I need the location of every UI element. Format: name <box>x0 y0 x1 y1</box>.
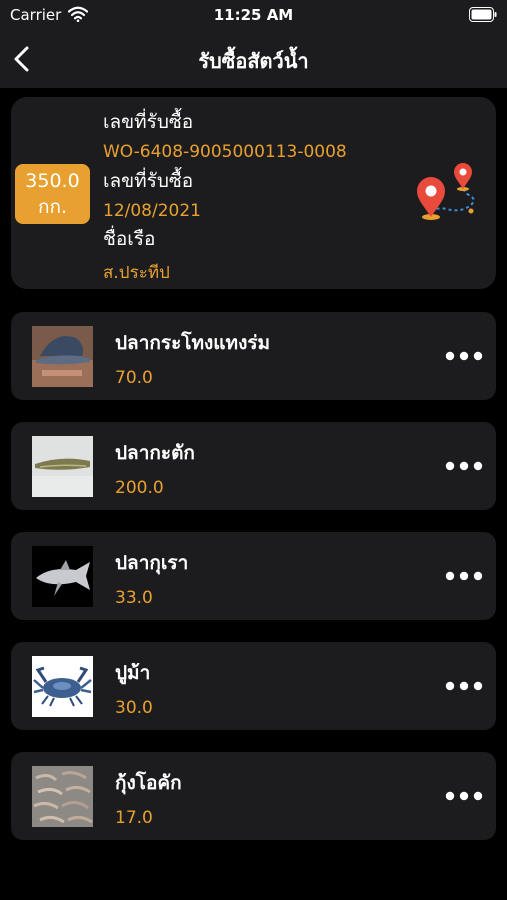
weight-unit: กก. <box>37 196 68 218</box>
battery-icon <box>469 7 497 22</box>
catch-item-list: ปลากระโทงแทงร่ม 70.0 ปลากะตัก 200.0 ปลาก… <box>11 312 496 862</box>
list-item[interactable]: ปูม้า 30.0 <box>11 642 496 730</box>
purchase-no-label: เลขที่รับซื้อ <box>103 111 194 133</box>
threadfin-thumbnail <box>32 546 93 607</box>
anchovy-thumbnail <box>32 436 93 497</box>
list-item[interactable]: ปลากุเรา 33.0 <box>11 532 496 620</box>
item-name: กุ้งโอคัก <box>115 772 182 794</box>
status-bar: Carrier 11:25 AM <box>0 0 507 30</box>
sailfish-thumbnail <box>32 326 93 387</box>
list-item[interactable]: ปลากระโทงแทงร่ม 70.0 <box>11 312 496 400</box>
item-quantity: 70.0 <box>115 368 153 388</box>
item-name: ปลากระโทงแทงร่ม <box>115 332 271 354</box>
navigation-bar: รับซื้อสัตว์น้ำ <box>0 30 507 88</box>
more-options-icon[interactable] <box>444 784 484 808</box>
boat-name-value: ส.ประทีป <box>103 263 170 283</box>
item-name: ปูม้า <box>115 662 151 684</box>
status-time: 11:25 AM <box>213 6 294 24</box>
item-quantity: 200.0 <box>115 478 164 498</box>
item-name: ปลากุเรา <box>115 552 189 574</box>
more-options-icon[interactable] <box>444 344 484 368</box>
map-route-icon[interactable] <box>411 159 481 225</box>
date-value: 12/08/2021 <box>103 201 201 221</box>
list-item[interactable]: กุ้งโอคัก 17.0 <box>11 752 496 840</box>
list-item[interactable]: ปลากะตัก 200.0 <box>11 422 496 510</box>
purchase-no-value: WO-6408-9005000113-0008 <box>103 142 347 162</box>
more-options-icon[interactable] <box>444 674 484 698</box>
more-options-icon[interactable] <box>444 564 484 588</box>
shrimp-thumbnail <box>32 766 93 827</box>
purchase-summary-card: 350.0 กก. เลขที่รับซื้อ WO-6408-90050001… <box>11 97 496 289</box>
date-label: เลขที่รับซื้อ <box>103 170 194 192</box>
more-options-icon[interactable] <box>444 454 484 478</box>
weight-badge: 350.0 กก. <box>15 164 90 224</box>
weight-value: 350.0 <box>25 170 80 192</box>
item-name: ปลากะตัก <box>115 442 195 464</box>
item-quantity: 33.0 <box>115 588 153 608</box>
blue-crab-thumbnail <box>32 656 93 717</box>
item-quantity: 17.0 <box>115 808 153 828</box>
item-quantity: 30.0 <box>115 698 153 718</box>
page-title: รับซื้อสัตว์น้ำ <box>198 49 309 73</box>
boat-name-label: ชื่อเรือ <box>103 228 156 250</box>
